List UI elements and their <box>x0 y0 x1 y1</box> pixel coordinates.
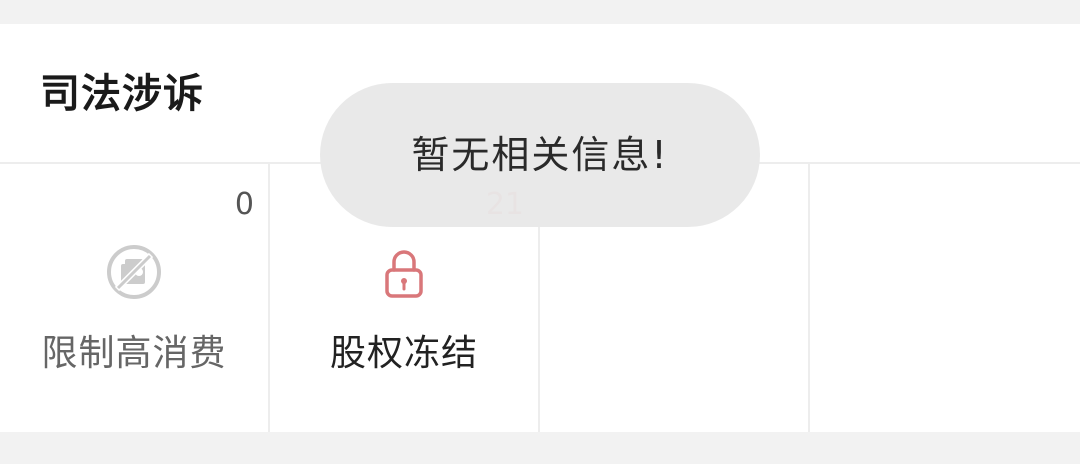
item-label: 限制高消费 <box>41 333 227 374</box>
lock-icon <box>385 250 423 298</box>
item-label: 股权冻结 <box>329 333 478 374</box>
section-title: 司法涉诉 <box>40 71 204 117</box>
toast-notification: 暂无相关信息! <box>320 83 760 227</box>
toast-message: 暂无相关信息! <box>411 133 669 177</box>
item-consumption-restriction[interactable]: 0 限制高消费 <box>0 164 270 432</box>
restricted-consumption-icon <box>107 245 161 299</box>
item-count: 0 <box>234 187 254 222</box>
empty-grid-cell <box>810 164 1080 432</box>
